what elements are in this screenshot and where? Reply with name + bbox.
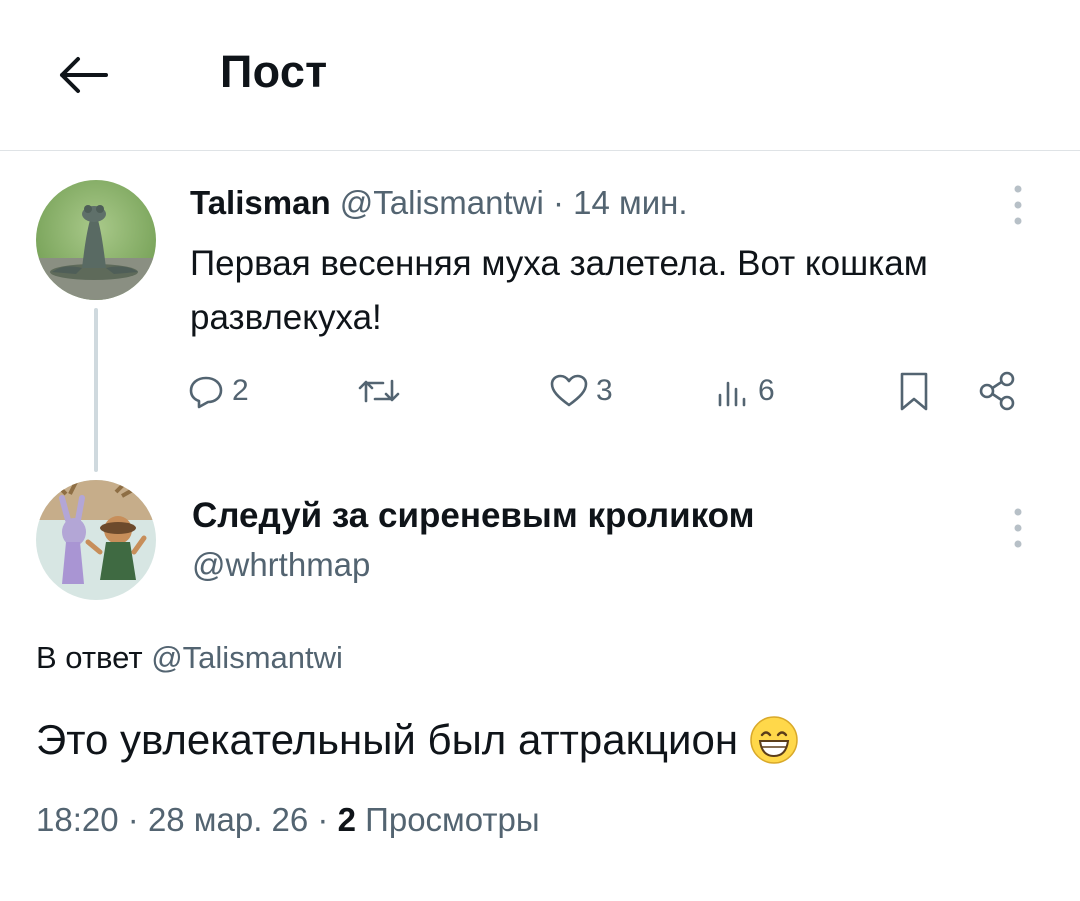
views-count: 6 (758, 374, 775, 407)
header-divider (0, 150, 1080, 151)
tweet1-handle[interactable]: @Talismantwi (340, 184, 544, 221)
share-icon (979, 371, 1015, 411)
like-count: 3 (596, 374, 613, 407)
share-button[interactable] (976, 366, 1020, 416)
tweet2-author-name[interactable]: Следуй за сиреневым кроликом (192, 496, 754, 536)
tweet1-author-name[interactable]: Talisman (190, 184, 331, 221)
frog-statue-avatar-image (36, 180, 156, 300)
bookmark-button[interactable] (894, 366, 934, 416)
tweet1-more-button[interactable] (1008, 182, 1028, 228)
reply-count: 2 (232, 374, 249, 407)
tweet2-more-button[interactable] (1008, 505, 1028, 551)
retweet-icon (358, 379, 400, 403)
tweet2-sep-2: · (317, 801, 329, 838)
views-button[interactable]: 6 (712, 366, 775, 416)
more-vertical-icon (1014, 185, 1022, 225)
heart-icon (550, 374, 588, 407)
cartoon-characters-avatar-image (36, 480, 156, 600)
reply-to-line: В ответ @Talismantwi (36, 638, 343, 678)
arrow-left-icon (60, 57, 108, 93)
grinning-face-icon (750, 716, 798, 764)
tweet2-date: 28 мар. 26 (147, 801, 309, 838)
tweet2-views-count[interactable]: 2 (338, 801, 356, 838)
tweet1-meta: Talisman @Talismantwi · 14 мин. (190, 183, 688, 223)
tweet2-time: 18:20 (36, 801, 119, 838)
tweet1-separator: · (553, 184, 564, 221)
thread-connector-line (94, 308, 98, 472)
views-chart-icon (718, 381, 746, 407)
avatar-whrthmap[interactable] (36, 480, 156, 600)
page-title: Пост (220, 46, 328, 97)
tweet1-time[interactable]: 14 мин. (573, 184, 687, 221)
bookmark-icon (900, 372, 928, 411)
reply-to-prefix: В ответ (36, 640, 143, 675)
retweet-button[interactable] (356, 366, 408, 416)
reply-icon (189, 376, 223, 409)
reply-to-handle[interactable]: @Talismantwi (151, 640, 343, 675)
tweet2-handle[interactable]: @whrthmap (192, 545, 370, 585)
tweet1-text: Первая весенняя муха залетела. Вот кошка… (190, 244, 928, 337)
back-button[interactable] (48, 40, 118, 110)
tweet2-views-label[interactable]: Просмотры (365, 801, 539, 838)
like-button[interactable]: 3 (548, 366, 613, 416)
avatar-talisman[interactable] (36, 180, 156, 300)
tweet2-text: Это увлекательный был аттракцион (36, 716, 739, 763)
tweet2-text-row: Это увлекательный был аттракцион (36, 710, 800, 770)
tweet2-meta: 18:20 · 28 мар. 26 · 2 Просмотры (36, 798, 540, 842)
tweet2-sep-1: · (127, 801, 139, 838)
reply-button[interactable]: 2 (186, 366, 249, 416)
more-vertical-icon (1014, 508, 1022, 548)
